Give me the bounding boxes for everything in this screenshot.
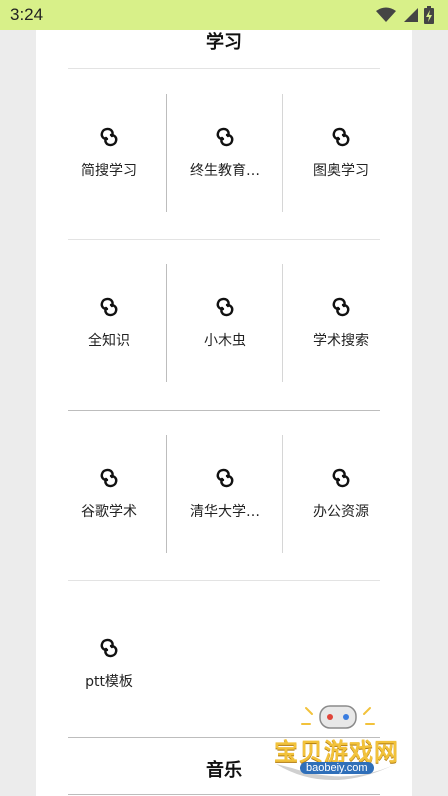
grid-item-label: 全知识 — [88, 333, 130, 349]
link-chain-icon — [216, 127, 234, 147]
status-icons — [376, 6, 434, 24]
grid-item-label: ptt模板 — [85, 674, 133, 690]
grid-item-google-scholar[interactable]: 谷歌学术 — [57, 435, 161, 553]
grid-item-lifelong-education[interactable]: 终生教育… — [173, 94, 277, 212]
divider — [68, 68, 380, 69]
grid-item-jiansou[interactable]: 简搜学习 — [57, 94, 161, 212]
link-chain-icon — [216, 468, 234, 488]
grid-item-label: 谷歌学术 — [81, 504, 137, 520]
content-card: 学习 简搜学习 终生教育… 图奥学习 全知识 小木虫 学术搜索 谷歌学术 清华大… — [36, 30, 412, 796]
grid-item-tuao[interactable]: 图奥学习 — [289, 94, 393, 212]
link-chain-icon — [100, 638, 118, 658]
link-chain-icon — [332, 297, 350, 317]
divider — [166, 435, 167, 553]
status-bar: 3:24 — [0, 0, 448, 30]
link-chain-icon — [216, 297, 234, 317]
divider — [166, 264, 167, 382]
wifi-icon — [376, 7, 396, 22]
divider — [68, 580, 380, 581]
grid-item-label: 图奥学习 — [313, 163, 369, 179]
grid-item-label: 学术搜索 — [313, 333, 369, 349]
link-chain-icon — [332, 468, 350, 488]
status-time: 3:24 — [10, 5, 44, 24]
grid-item-label: 办公资源 — [313, 504, 369, 520]
grid-item-label: 终生教育… — [190, 163, 260, 179]
grid-item-academic-search[interactable]: 学术搜索 — [289, 264, 393, 382]
divider — [282, 435, 283, 553]
link-chain-icon — [100, 297, 118, 317]
divider — [68, 410, 380, 411]
divider — [68, 239, 380, 240]
grid-item-office-resources[interactable]: 办公资源 — [289, 435, 393, 553]
grid-item-quanzhishi[interactable]: 全知识 — [57, 264, 161, 382]
divider — [282, 94, 283, 212]
divider — [68, 794, 380, 795]
cell-signal-icon — [404, 8, 418, 22]
link-chain-icon — [332, 127, 350, 147]
grid-item-xiaomuchong[interactable]: 小木虫 — [173, 264, 277, 382]
watermark-logo: 宝贝游戏网 baobeiy.com — [262, 702, 412, 788]
watermark-url: baobeiy.com — [300, 762, 374, 774]
divider — [282, 264, 283, 382]
grid-item-label: 小木虫 — [204, 333, 246, 349]
link-chain-icon — [100, 468, 118, 488]
grid-item-tsinghua[interactable]: 清华大学… — [173, 435, 277, 553]
section-title-study: 学习 — [206, 32, 242, 53]
grid-item-label: 清华大学… — [190, 504, 260, 520]
grid-item-ppt-template[interactable]: ptt模板 — [57, 605, 161, 723]
divider — [166, 94, 167, 212]
link-chain-icon — [100, 127, 118, 147]
grid-item-label: 简搜学习 — [81, 163, 137, 179]
battery-charging-icon — [424, 6, 434, 24]
